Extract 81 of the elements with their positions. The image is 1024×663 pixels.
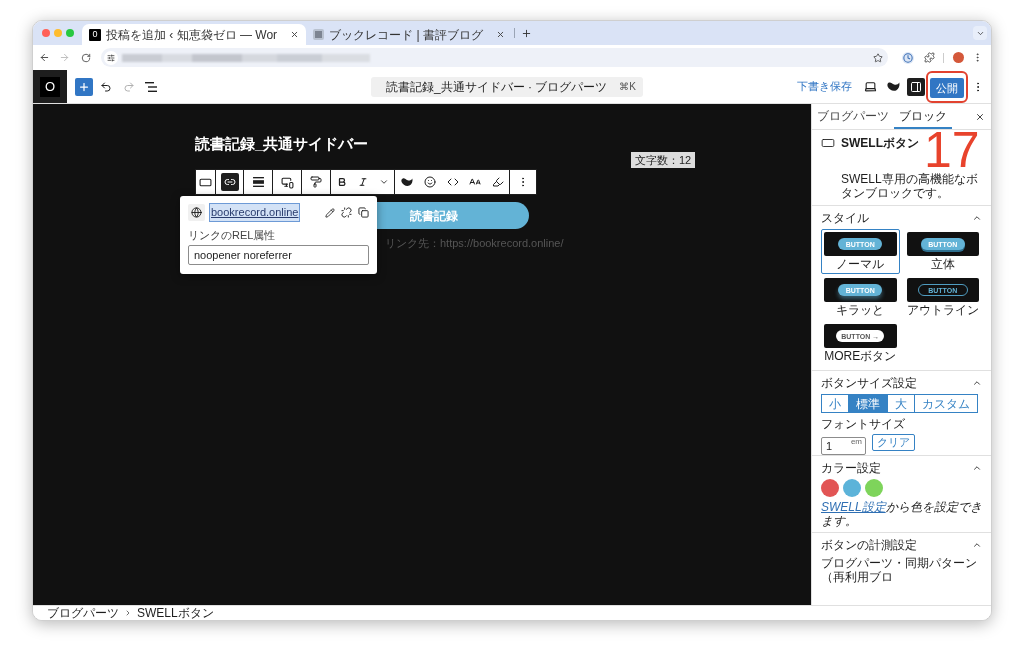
breadcrumb-link[interactable]: ブログパーツ <box>47 607 119 619</box>
character-count-badge: 文字数：12 <box>631 152 696 168</box>
sidebar-tab[interactable]: ブログパーツ <box>812 104 894 129</box>
blob-icon <box>400 177 413 187</box>
swell-settings-link[interactable]: SWELL設定 <box>821 500 886 514</box>
color-settings-note: SWELL設定から色を設定できます。 <box>821 500 982 528</box>
block-description: SWELL専用の高機能なボタンブロックです。 <box>841 172 979 200</box>
address-field[interactable] <box>100 48 889 67</box>
paint-roller-icon <box>310 176 322 188</box>
back-icon[interactable] <box>39 52 50 63</box>
bold-icon <box>336 177 347 187</box>
blob-icon <box>887 81 900 92</box>
list-view-icon[interactable] <box>145 81 157 92</box>
command-bar[interactable]: 読書記録_共通サイドバー · ブログパーツ ⌘K <box>371 76 643 97</box>
close-tab-icon[interactable] <box>495 30 505 39</box>
size-option[interactable]: 小 <box>821 394 849 413</box>
rel-label: リンクのREL属性 <box>188 229 277 242</box>
breadcrumb-link[interactable]: SWELLボタン <box>137 607 214 619</box>
site-settings-icon[interactable] <box>103 50 118 65</box>
extensions-icon[interactable] <box>924 52 936 63</box>
chevron-right-icon <box>124 609 132 617</box>
clock-extension-icon[interactable] <box>902 51 915 64</box>
undo-icon[interactable] <box>100 80 112 93</box>
unit-label: em <box>850 438 862 446</box>
color-swatch-icon[interactable] <box>821 479 839 497</box>
panel-header-button[interactable]: カラー設定 <box>821 456 982 479</box>
laptop-icon[interactable] <box>864 80 877 93</box>
smiley-icon <box>423 176 436 188</box>
avatar-icon[interactable] <box>953 52 965 63</box>
tab-title: ブックレコード | 書評ブログ <box>329 27 483 42</box>
unlink-icon[interactable] <box>341 207 352 218</box>
add-block-button[interactable] <box>75 77 93 96</box>
browser-tab[interactable]: ブックレコード | 書評ブログ <box>306 24 512 45</box>
shortcut-hint: ⌘K <box>619 80 636 94</box>
plus-icon <box>78 80 90 93</box>
close-tab-icon[interactable] <box>290 30 300 39</box>
size-option[interactable]: 大 <box>887 394 915 413</box>
new-tab-icon[interactable] <box>520 27 532 39</box>
color-swatch-icon[interactable] <box>843 479 861 497</box>
devices-icon <box>280 175 294 189</box>
globe-icon <box>188 204 205 221</box>
post-title: 読書記録_共通サイドバー <box>195 134 370 154</box>
color-swatch-icon[interactable] <box>865 479 883 497</box>
text-size-icon <box>469 176 481 188</box>
italic-icon <box>357 177 368 187</box>
link-caption: リンク先：https://bookrecord.online/ <box>385 236 564 251</box>
size-option[interactable]: 標準 <box>848 394 888 413</box>
panel-header-button[interactable]: スタイル <box>821 206 982 229</box>
reload-icon[interactable] <box>80 52 91 63</box>
panel-header-button[interactable]: ボタンの計測設定 <box>821 533 982 556</box>
publish-button[interactable]: 公開 <box>930 77 964 98</box>
sidebar-tab[interactable]: ブロック <box>894 104 952 129</box>
tab-favicon: 0 <box>89 28 101 41</box>
edit-icon[interactable] <box>325 207 335 218</box>
code-icon <box>446 176 459 188</box>
clear-button[interactable]: クリア <box>872 433 915 451</box>
browser-tab[interactable]: 0 投稿を追加 ‹ 知恵袋ゼロ — Wor <box>82 24 307 45</box>
panel-header-button[interactable]: ボタンサイズ設定 <box>821 371 982 394</box>
document-title: 読書記録_共通サイドバー · ブログパーツ <box>385 78 609 96</box>
close-icon[interactable] <box>975 111 985 122</box>
sidebar-toggle-button[interactable] <box>907 77 925 96</box>
tab-list-button[interactable] <box>973 26 987 40</box>
block-name: SWELLボタン <box>841 136 920 150</box>
highlighter-icon <box>491 176 504 188</box>
font-size-label: フォントサイズ <box>821 417 906 431</box>
tab-title: 投稿を追加 ‹ 知恵袋ゼロ — Wor <box>106 27 278 42</box>
button-block-icon <box>821 136 835 150</box>
align-icon <box>252 177 264 187</box>
site-logo[interactable]: O <box>33 70 67 103</box>
rel-field[interactable]: noopener noreferrer <box>188 245 369 265</box>
site-icon: O <box>40 76 60 97</box>
bookmark-star-icon[interactable] <box>873 52 884 63</box>
save-draft-link[interactable]: 下書き保存 <box>797 78 852 95</box>
tracking-description: ブログパーツ・同期パターン（再利用ブロ <box>821 556 978 584</box>
copy-icon[interactable] <box>358 207 369 218</box>
sidebar-panel-icon <box>910 80 922 93</box>
tab-favicon-icon <box>313 29 325 40</box>
size-option[interactable]: カスタム <box>914 394 978 413</box>
annotation-step-number: 17 <box>924 130 980 170</box>
chevron-down-icon <box>378 177 389 187</box>
link-url[interactable]: bookrecord.online <box>210 204 300 221</box>
